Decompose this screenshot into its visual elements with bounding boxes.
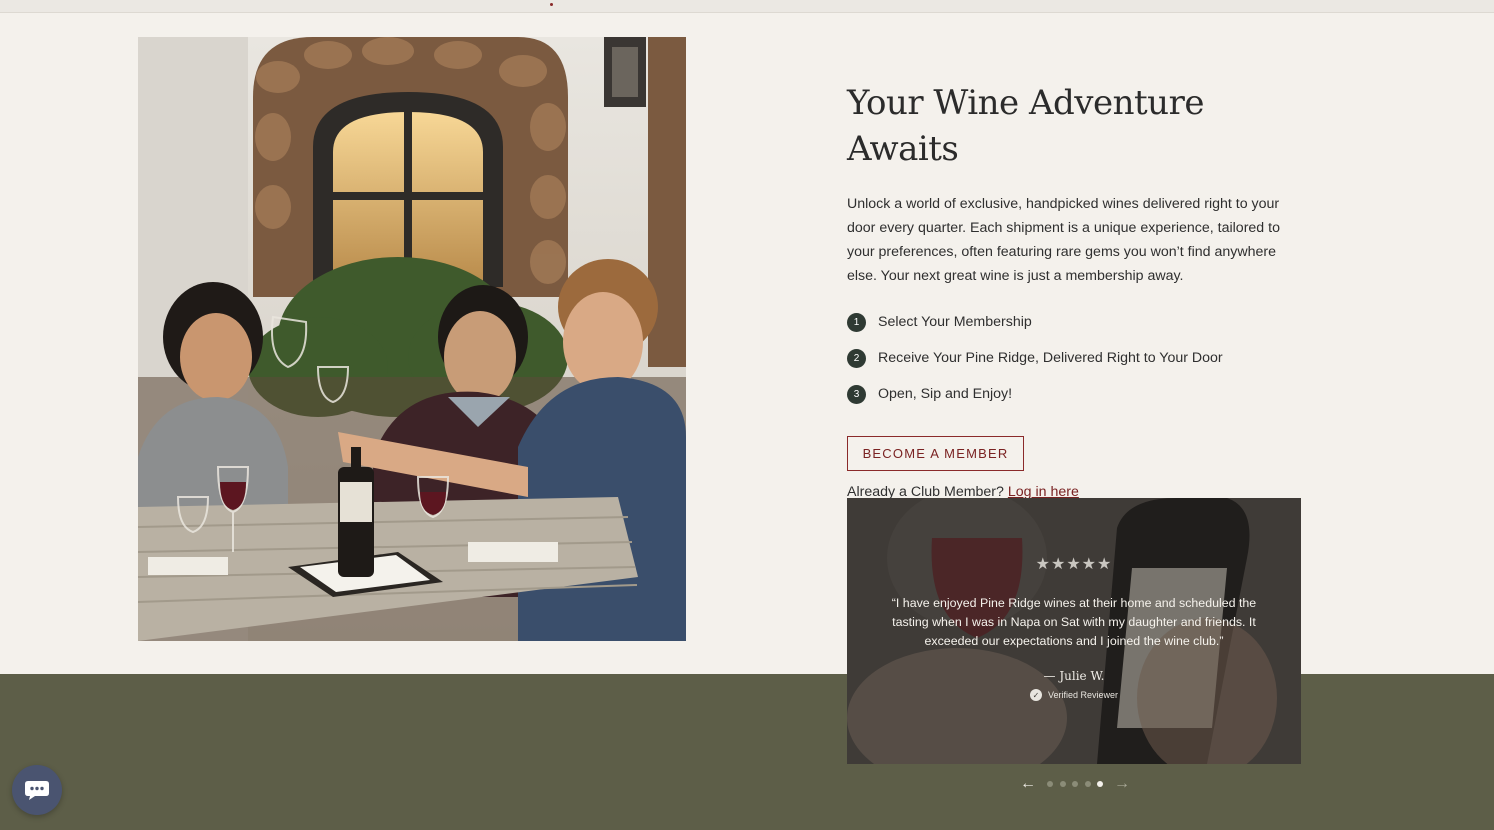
reviewer-name: — Julie W. — [1043, 669, 1105, 683]
top-bar — [0, 0, 1494, 13]
step-number-badge: 3 — [847, 384, 866, 404]
verified-badge: ✓ Verified Reviewer — [847, 689, 1301, 701]
top-bar-indicator — [550, 3, 553, 6]
carousel-dot[interactable] — [1059, 781, 1066, 787]
step-item: 2 Receive Your Pine Ridge, Delivered Rig… — [847, 340, 1307, 376]
step-item: 3 Open, Sip and Enjoy! — [847, 376, 1307, 412]
carousel-dot[interactable] — [1047, 781, 1053, 787]
step-number-badge: 2 — [847, 348, 866, 368]
step-number-badge: 1 — [847, 312, 866, 332]
review-card: ★★★★★ “I have enjoyed Pine Ridge wines a… — [847, 498, 1301, 764]
step-label: Open, Sip and Enjoy! — [878, 386, 1013, 402]
page-title: Your Wine Adventure Awaits — [847, 83, 1204, 169]
arrow-left-icon[interactable]: ← — [1017, 775, 1039, 793]
check-circle-icon: ✓ — [1029, 689, 1042, 701]
carousel-dots — [1047, 781, 1103, 787]
intro-paragraph: Unlock a world of exclusive, handpicked … — [847, 196, 1280, 284]
carousel-dot[interactable] — [1084, 781, 1091, 787]
hero-photo — [138, 37, 686, 641]
chat-button[interactable] — [12, 765, 62, 815]
become-member-button[interactable]: BECOME A MEMBER — [847, 436, 1024, 471]
step-item: 1 Select Your Membership — [847, 304, 1307, 340]
carousel-dot[interactable] — [1072, 781, 1078, 787]
arrow-right-icon[interactable]: → — [1111, 775, 1133, 793]
step-label: Select Your Membership — [878, 314, 1032, 330]
verified-label: Verified Reviewer — [1047, 690, 1119, 700]
review-content: ★★★★★ “I have enjoyed Pine Ridge wines a… — [847, 498, 1301, 764]
chat-bubble-icon — [25, 781, 49, 800]
membership-content: Your Wine Adventure Awaits Unlock a worl… — [847, 80, 1307, 500]
carousel-nav: ← → — [1010, 774, 1140, 794]
carousel-dot-active[interactable] — [1097, 781, 1103, 787]
step-label: Receive Your Pine Ridge, Delivered Right… — [878, 350, 1223, 366]
review-quote: “I have enjoyed Pine Ridge wines at thei… — [891, 596, 1257, 648]
star-rating: ★★★★★ — [1035, 556, 1113, 573]
steps-list: 1 Select Your Membership 2 Receive Your … — [847, 304, 1307, 412]
